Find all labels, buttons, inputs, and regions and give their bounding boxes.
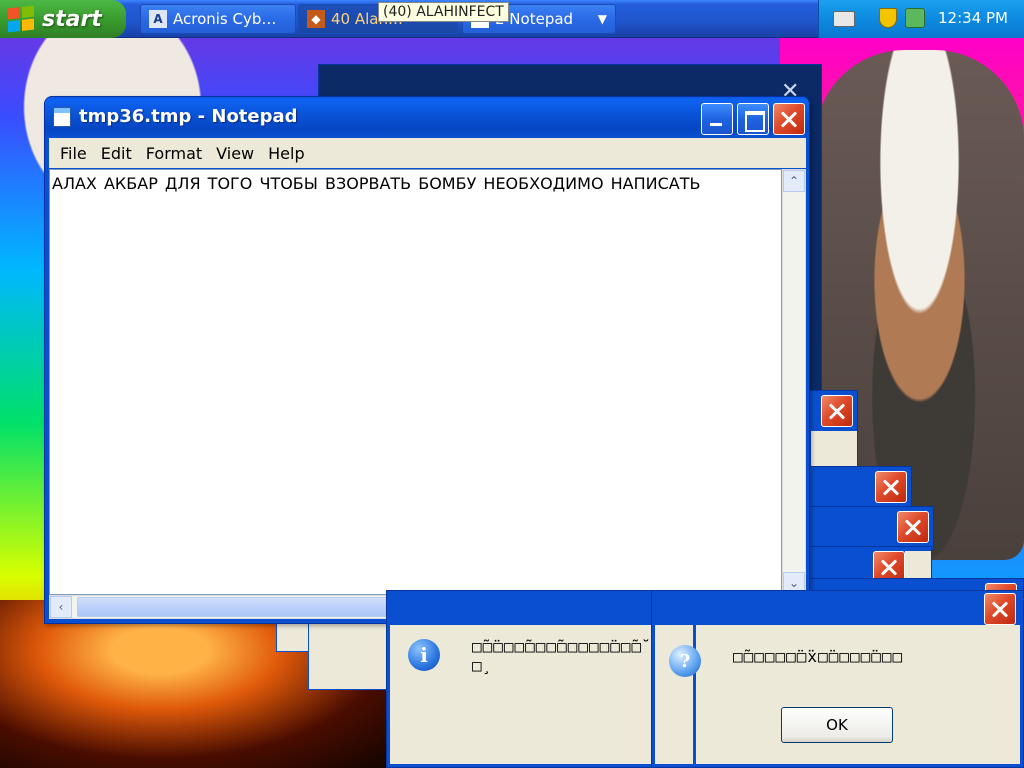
scroll-left-icon[interactable]: ‹ [50, 596, 72, 618]
info-dialog: i □̃□̈□□□̃□□□̃□□□□□̈□□̃□̆ □̧ [386, 590, 696, 768]
taskbar-tooltip: (40) ALAHINFECT [378, 2, 509, 22]
dialog-divider [693, 625, 696, 765]
menu-edit[interactable]: Edit [96, 144, 141, 163]
close-button[interactable] [984, 593, 1016, 625]
start-button[interactable]: start [0, 0, 126, 38]
notepad-icon [53, 107, 71, 127]
alah-icon: ◆ [307, 10, 325, 28]
info-icon: i [408, 639, 440, 671]
start-label: start [42, 6, 102, 32]
vertical-scrollbar[interactable]: ⌃ ⌄ [782, 169, 806, 595]
error-dialog [806, 546, 932, 582]
shield-icon[interactable] [879, 8, 897, 28]
text-editor[interactable]: АЛАХ АКБАР ДЛЯ ТОГО ЧТОБЫ ВЗОРВАТЬ БОМБУ… [49, 169, 782, 595]
system-tray: 12:34 PM [818, 0, 1024, 38]
error-dialog [806, 506, 934, 550]
clock[interactable]: 12:34 PM [938, 9, 1008, 27]
keyboard-icon[interactable] [833, 11, 855, 27]
close-button[interactable] [821, 395, 853, 427]
menu-file[interactable]: File [55, 144, 96, 163]
notepad-window: tmp36.tmp - Notepad File Edit Format Vie… [44, 96, 810, 624]
message-text: □̃□̈□□□̃□□□̃□□□□□̈□□̃□̆ □̧ [472, 637, 643, 675]
dialog-fragment [276, 620, 312, 652]
dialog-fragment [308, 620, 390, 690]
menu-bar: File Edit Format View Help [49, 138, 806, 168]
windows-logo-icon [8, 5, 34, 33]
close-button[interactable] [773, 103, 805, 135]
maximize-button[interactable] [737, 103, 769, 135]
question-dialog: ? □̃□□□□□̈□̈x□̈□□□□̈□□□ OK [651, 590, 1024, 768]
question-icon: ? [669, 645, 701, 677]
scroll-up-icon[interactable]: ⌃ [783, 170, 805, 192]
taskbar-button-acronis[interactable]: A Acronis Cyb… [140, 4, 296, 34]
minimize-button[interactable] [701, 103, 733, 135]
network-icon[interactable] [905, 8, 925, 28]
chevron-down-icon[interactable]: ▼ [598, 12, 607, 26]
message-text: □̃□□□□□̈□̈x□̈□□□□̈□□□ [733, 647, 904, 666]
menu-help[interactable]: Help [263, 144, 313, 163]
acronis-icon: A [149, 10, 167, 28]
menu-view[interactable]: View [211, 144, 263, 163]
dialog-body: ? □̃□□□□□̈□̈x□̈□□□□̈□□□ OK [655, 625, 1020, 765]
window-title: tmp36.tmp - Notepad [79, 106, 298, 127]
ok-button[interactable]: OK [781, 707, 893, 743]
close-button[interactable] [875, 471, 907, 503]
error-dialog [806, 466, 912, 510]
taskbar-button-label: Acronis Cyb… [173, 10, 277, 28]
close-button[interactable] [897, 511, 929, 543]
taskbar: start A Acronis Cyb… ◆ 40 Alah… ≡ 2 Note… [0, 0, 1024, 38]
menu-format[interactable]: Format [141, 144, 211, 163]
